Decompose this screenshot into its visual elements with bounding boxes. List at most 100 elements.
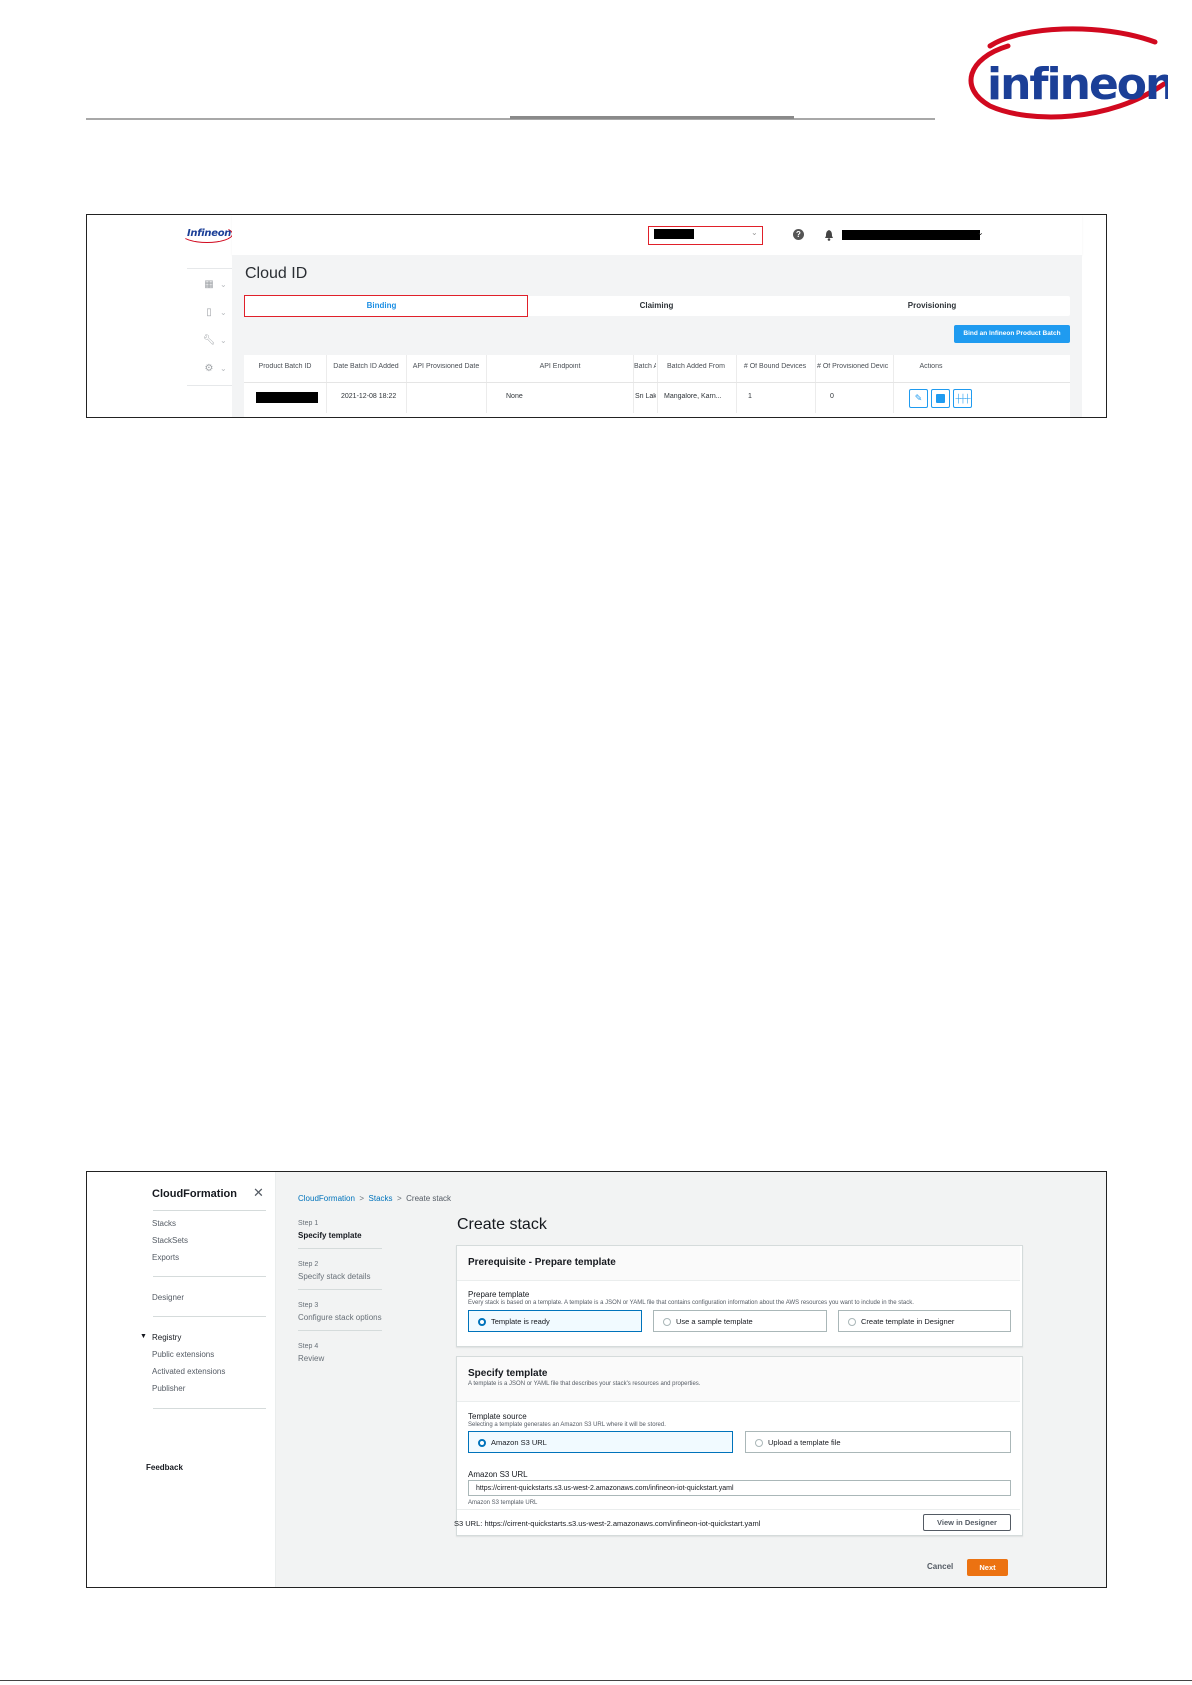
date-added-cell: 2021-12-08 18:22: [341, 393, 397, 400]
chevron-down-icon: ⌄: [220, 336, 227, 345]
edit-icon[interactable]: ✎: [909, 389, 928, 408]
cloudformation-screenshot: CloudFormation ✕ Stacks StackSets Export…: [86, 1171, 1107, 1588]
step-number: Step 2: [298, 1261, 319, 1268]
s3-url-input[interactable]: https://cirrent-quickstarts.s3.us-west-2…: [468, 1480, 1011, 1496]
column-header[interactable]: API Endpoint: [487, 363, 633, 377]
sidebar-item-activated-extensions[interactable]: Activated extensions: [152, 1367, 225, 1376]
step-number: Step 3: [298, 1302, 319, 1309]
option-create-in-designer[interactable]: Create template in Designer: [838, 1310, 1011, 1332]
svg-text:infineon: infineon: [987, 59, 1168, 110]
chevron-right-icon: >: [394, 1194, 404, 1203]
chevron-down-icon: ⌄: [751, 228, 758, 237]
column-header[interactable]: Date Batch ID Added: [327, 363, 405, 377]
sidebar-item-designer[interactable]: Designer: [152, 1293, 184, 1302]
infineon-logo: infineon: [968, 26, 1168, 120]
sidebar-item-public-extensions[interactable]: Public extensions: [152, 1350, 214, 1359]
column-divider: [893, 355, 894, 413]
header-rule-accent: [510, 116, 794, 119]
tab-highlight: [244, 295, 528, 317]
panel-heading: Prerequisite - Prepare template: [468, 1257, 616, 1268]
column-header[interactable]: Product Batch ID: [247, 363, 323, 377]
field-label: Prepare template: [468, 1290, 530, 1299]
field-hint: Amazon S3 template URL: [468, 1500, 538, 1506]
step-divider: [298, 1248, 382, 1249]
s3-url-label: S3 URL:: [454, 1519, 483, 1528]
sidebar-item-registry[interactable]: Registry: [152, 1333, 181, 1342]
bind-product-batch-button[interactable]: Bind an Infineon Product Batch: [954, 325, 1070, 343]
sidebar-divider: [153, 1316, 266, 1317]
provisioned-devices-cell: 0: [830, 393, 834, 400]
api-endpoint-cell: None: [506, 393, 523, 400]
column-divider: [736, 355, 737, 413]
sidebar-item-publisher[interactable]: Publisher: [152, 1384, 185, 1393]
help-icon[interactable]: ?: [793, 229, 804, 240]
column-header[interactable]: # Of Provisioned Devic: [817, 363, 891, 377]
redacted-batch-id: [256, 392, 318, 403]
bell-icon[interactable]: [824, 230, 834, 241]
s3-url-value: https://cirrent-quickstarts.s3.us-west-2…: [484, 1519, 761, 1528]
breadcrumb-cloudformation[interactable]: CloudFormation: [298, 1194, 355, 1203]
column-divider: [486, 355, 487, 413]
radio-icon: [755, 1439, 763, 1447]
field-description: Every stack is based on a template. A te…: [468, 1300, 914, 1306]
device-icon[interactable]: ▯: [202, 307, 216, 319]
column-header[interactable]: # Of Bound Devices: [737, 363, 813, 377]
chevron-down-icon[interactable]: ⌄: [977, 228, 984, 237]
building-icon[interactable]: ▦: [202, 279, 216, 291]
settings-sliders-icon[interactable]: ┼┼┼: [953, 389, 972, 408]
column-header[interactable]: API Provisioned Date: [407, 363, 485, 377]
step-name: Review: [298, 1354, 325, 1363]
radio-icon: [848, 1318, 856, 1326]
caret-down-icon[interactable]: ▼: [140, 1333, 147, 1340]
field-label: Template source: [468, 1412, 527, 1421]
chevron-right-icon: >: [357, 1194, 367, 1203]
radio-icon: [663, 1318, 671, 1326]
breadcrumb-current: Create stack: [406, 1194, 452, 1203]
trash-icon[interactable]: [931, 389, 950, 408]
feedback-link[interactable]: Feedback: [146, 1463, 183, 1472]
page-title: Cloud ID: [245, 265, 308, 282]
column-divider: [657, 355, 658, 413]
panel-header: [457, 1357, 1020, 1402]
option-amazon-s3-url[interactable]: Amazon S3 URL: [468, 1431, 733, 1453]
step-name[interactable]: Specify template: [298, 1231, 362, 1240]
breadcrumb-stacks[interactable]: Stacks: [369, 1194, 393, 1203]
step-divider: [298, 1330, 382, 1331]
option-sample-template[interactable]: Use a sample template: [653, 1310, 827, 1332]
step-name: Specify stack details: [298, 1272, 371, 1281]
footer-rule: [0, 1680, 1192, 1681]
sidebar-divider: [153, 1210, 266, 1211]
tab-claiming[interactable]: Claiming: [519, 296, 794, 316]
column-header: Actions: [919, 363, 943, 370]
sidebar-item-exports[interactable]: Exports: [152, 1253, 179, 1262]
cancel-button[interactable]: Cancel: [927, 1562, 953, 1571]
panel-description: A template is a JSON or YAML file that d…: [468, 1381, 701, 1387]
mini-logo: Infineon: [187, 228, 232, 239]
wrench-icon[interactable]: 🔧︎: [202, 335, 216, 347]
column-header[interactable]: Batch A: [634, 363, 656, 377]
option-label: Create template in Designer: [861, 1317, 955, 1326]
sidebar-item-stacksets[interactable]: StackSets: [152, 1236, 188, 1245]
column-divider: [326, 355, 327, 413]
chevron-down-icon: ⌄: [220, 364, 227, 373]
step-number: Step 1: [298, 1220, 319, 1227]
tab-provisioning[interactable]: Provisioning: [794, 296, 1070, 316]
step-divider: [298, 1289, 382, 1290]
page-title: Create stack: [457, 1216, 547, 1233]
next-button[interactable]: Next: [967, 1559, 1008, 1576]
close-icon[interactable]: ✕: [253, 1185, 264, 1201]
sidebar-divider: [153, 1276, 266, 1277]
gear-icon[interactable]: ⚙: [202, 363, 216, 375]
view-in-designer-button[interactable]: View in Designer: [923, 1514, 1011, 1531]
option-label: Upload a template file: [768, 1438, 841, 1447]
breadcrumb: CloudFormation > Stacks > Create stack: [298, 1194, 451, 1203]
panel-heading: Specify template: [468, 1368, 548, 1379]
option-upload-template[interactable]: Upload a template file: [745, 1431, 1011, 1453]
bound-devices-cell: 1: [748, 393, 752, 400]
chevron-down-icon: ⌄: [220, 280, 227, 289]
redacted-organization: [654, 229, 694, 239]
option-label: Amazon S3 URL: [491, 1438, 547, 1447]
sidebar-item-stacks[interactable]: Stacks: [152, 1219, 176, 1228]
option-template-ready[interactable]: Template is ready: [468, 1310, 642, 1332]
column-header[interactable]: Batch Added From: [658, 363, 734, 377]
